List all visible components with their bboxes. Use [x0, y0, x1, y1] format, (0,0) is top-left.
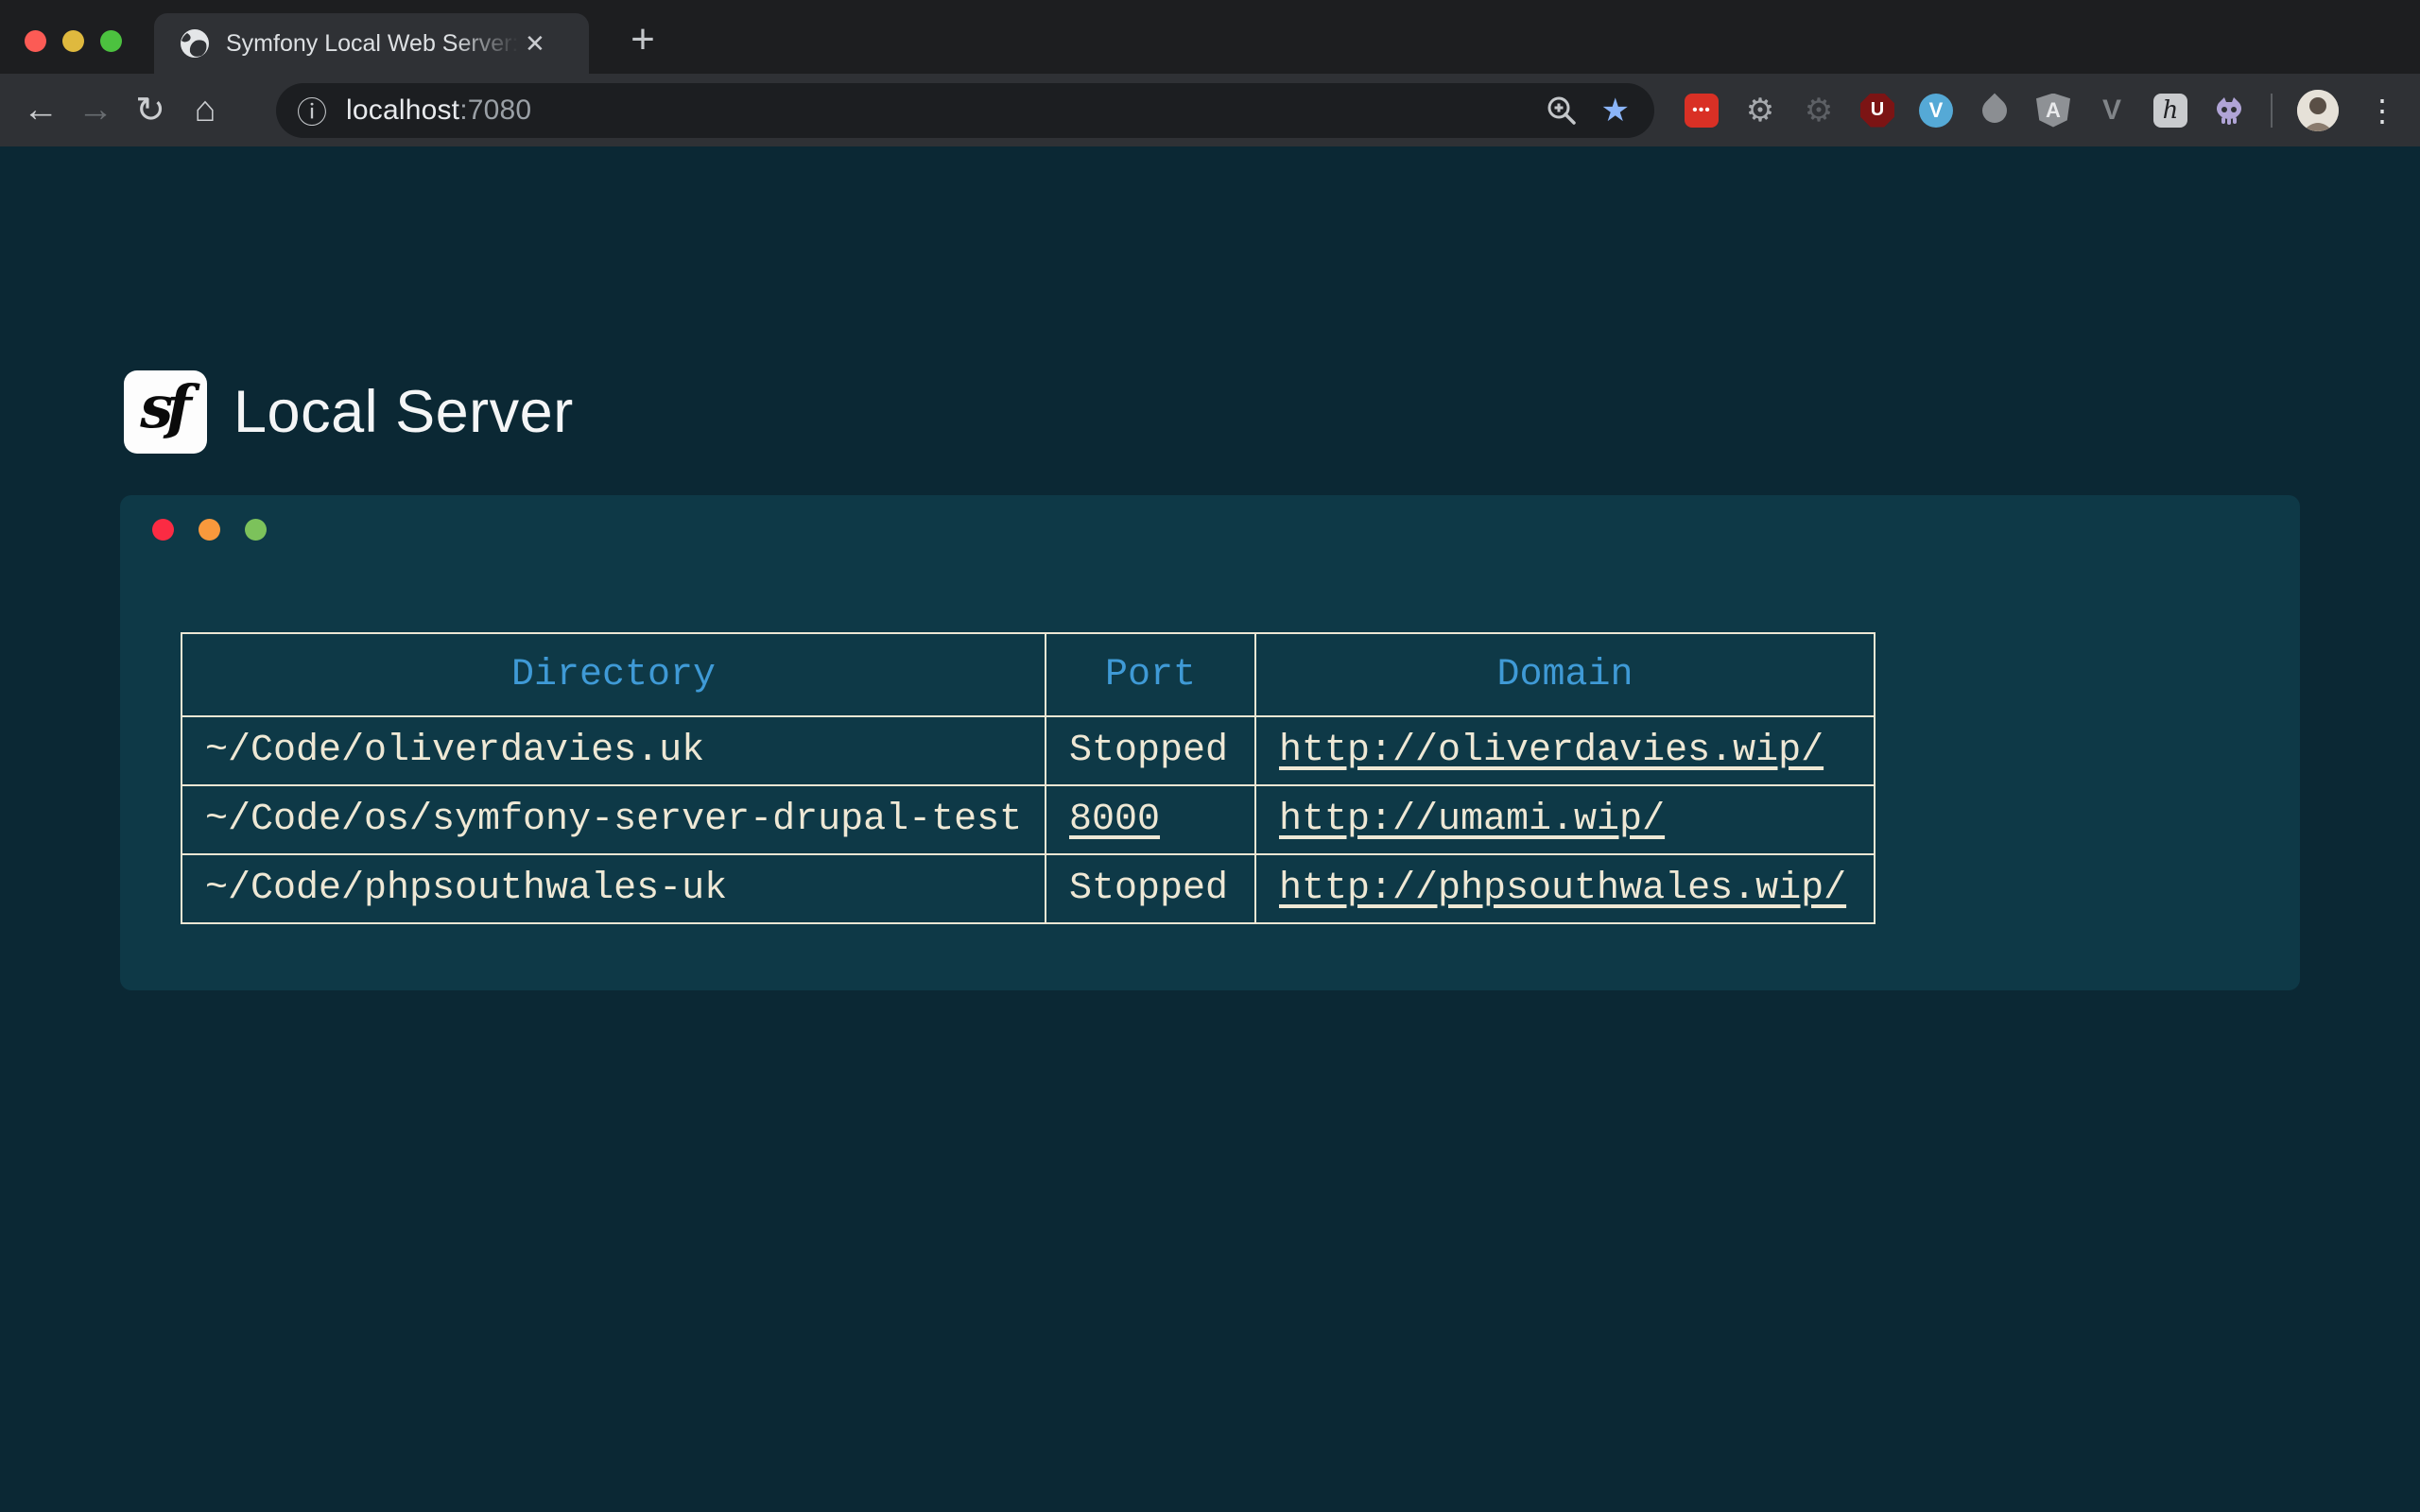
port-link[interactable]: 8000 [1069, 799, 1160, 841]
port-status-cell: Stopped [1046, 716, 1255, 785]
drupal-extension-icon[interactable] [1978, 94, 2012, 128]
column-header-port: Port [1046, 633, 1255, 716]
browser-tab[interactable]: Symfony Local Web Server: Prox ✕ [154, 13, 589, 74]
site-info-icon[interactable]: ⓘ [297, 89, 327, 132]
reload-icon[interactable]: ↻ [123, 83, 178, 138]
table-header-row: Directory Port Domain [182, 633, 1875, 716]
lastpass-extension-icon[interactable]: ••• [1685, 94, 1719, 128]
server-table: Directory Port Domain ~/Code/oliverdavie… [181, 632, 1876, 924]
h-extension-icon[interactable]: h [2153, 94, 2187, 128]
bookmark-star-icon[interactable]: ★ [1601, 92, 1630, 129]
ublock-extension-icon[interactable]: U [1860, 94, 1894, 128]
vue-extension-icon[interactable]: V [2095, 94, 2129, 128]
chrome-menu-icon[interactable]: ⋮ [2367, 93, 2397, 129]
directory-cell: ~/Code/phpsouthwales-uk [182, 854, 1046, 923]
brand-header: sf Local Server [124, 370, 574, 454]
address-bar[interactable]: ⓘ localhost:7080 ★ [276, 83, 1654, 138]
gear-disabled-extension-icon[interactable]: ⚙ [1802, 94, 1836, 128]
window-minimize-button[interactable] [62, 30, 84, 52]
vimium-extension-icon[interactable]: V [1919, 94, 1953, 128]
new-tab-button[interactable]: + [616, 13, 669, 66]
terminal-panel: Directory Port Domain ~/Code/oliverdavie… [120, 495, 2300, 990]
domain-cell: http://oliverdavies.wip/ [1255, 716, 1875, 785]
tab-title-fade [453, 30, 519, 58]
page-title: Local Server [233, 378, 574, 446]
panel-dot-orange [199, 519, 220, 541]
port-cell: 8000 [1046, 785, 1255, 854]
window-close-button[interactable] [25, 30, 46, 52]
domain-link[interactable]: http://oliverdavies.wip/ [1279, 730, 1824, 772]
domain-link[interactable]: http://phpsouthwales.wip/ [1279, 868, 1846, 910]
panel-dot-red [152, 519, 174, 541]
window-zoom-button[interactable] [100, 30, 122, 52]
toolbar-separator [2271, 94, 2273, 128]
droplet-icon [1978, 93, 2013, 128]
back-icon[interactable]: ← [13, 83, 68, 138]
column-header-directory: Directory [182, 633, 1046, 716]
zoom-page-icon[interactable] [1545, 94, 1579, 128]
forward-icon[interactable]: → [68, 83, 123, 138]
page-body: sf Local Server Directory Port Domain ~/… [0, 146, 2420, 1512]
profile-avatar[interactable] [2297, 90, 2339, 131]
directory-cell: ~/Code/os/symfony-server-drupal-test [182, 785, 1046, 854]
tab-close-icon[interactable]: ✕ [525, 29, 545, 59]
extensions-cluster: ••• ⚙ ⚙ U V A V h ⋮ [1685, 74, 2409, 146]
domain-cell: http://umami.wip/ [1255, 785, 1875, 854]
symfony-logo-icon: sf [124, 370, 207, 454]
url-text: localhost:7080 [346, 94, 531, 127]
globe-favicon-icon [179, 27, 211, 60]
directory-cell: ~/Code/oliverdavies.uk [182, 716, 1046, 785]
gear-extension-icon[interactable]: ⚙ [1743, 94, 1777, 128]
domain-link[interactable]: http://umami.wip/ [1279, 799, 1665, 841]
domain-cell: http://phpsouthwales.wip/ [1255, 854, 1875, 923]
table-row: ~/Code/oliverdavies.uk Stopped http://ol… [182, 716, 1875, 785]
table-row: ~/Code/phpsouthwales-uk Stopped http://p… [182, 854, 1875, 923]
panel-dot-green [245, 519, 267, 541]
column-header-domain: Domain [1255, 633, 1875, 716]
tab-strip: Symfony Local Web Server: Prox ✕ + [0, 0, 2420, 74]
tab-title: Symfony Local Web Server: Prox [226, 30, 519, 58]
table-row: ~/Code/os/symfony-server-drupal-test 800… [182, 785, 1875, 854]
port-status-cell: Stopped [1046, 854, 1255, 923]
github-extension-icon[interactable] [2212, 94, 2246, 128]
home-icon[interactable]: ⌂ [178, 83, 233, 138]
angular-extension-icon[interactable]: A [2036, 94, 2070, 128]
